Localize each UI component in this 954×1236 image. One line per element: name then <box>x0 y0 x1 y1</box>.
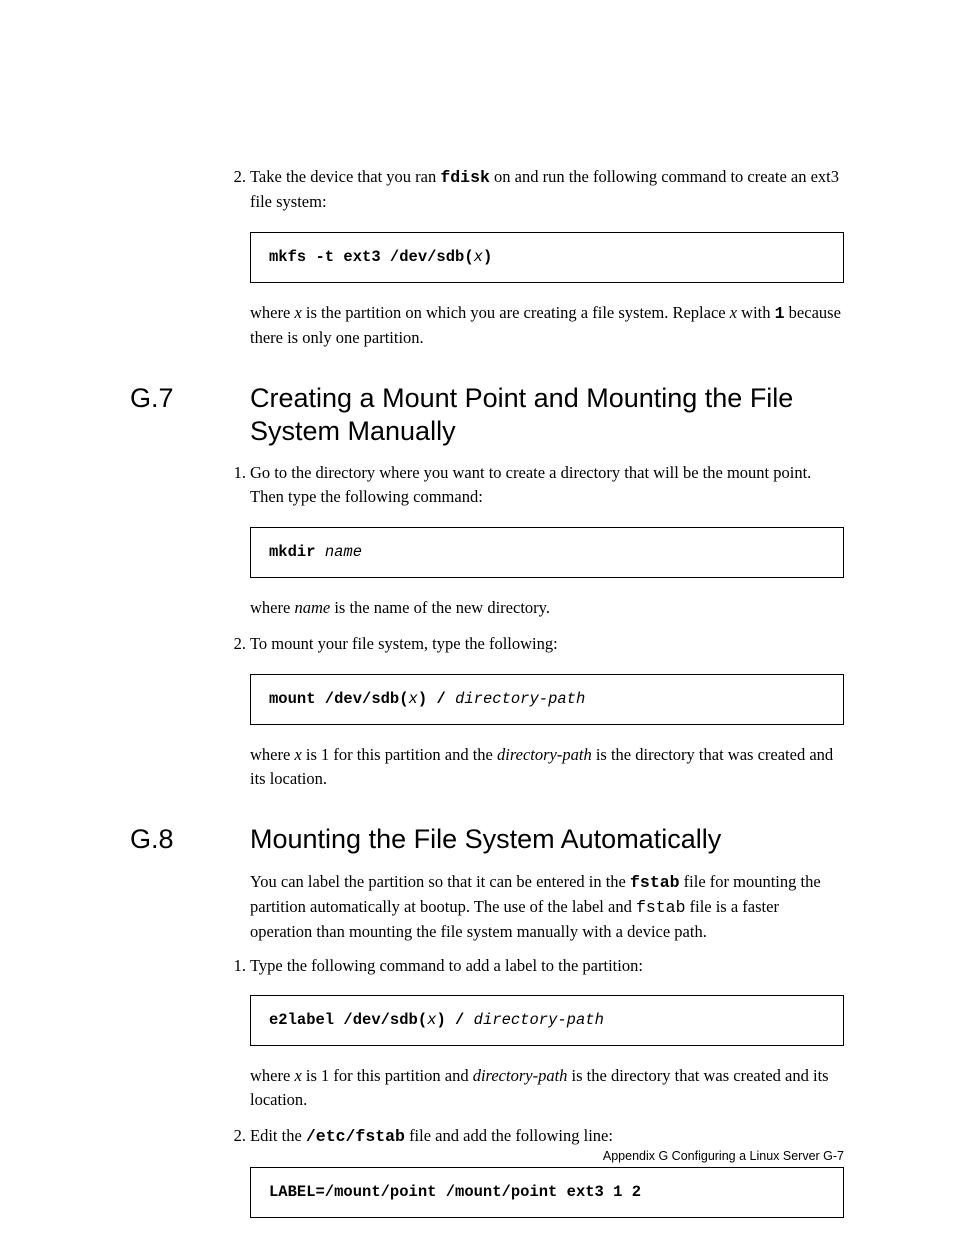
code-text: mount /dev/sdb( <box>269 690 409 708</box>
code-text: ) / <box>418 690 455 708</box>
text-run: To mount your file system, type the foll… <box>250 634 558 653</box>
list-number: 2. <box>221 632 250 791</box>
text-run: where <box>250 1066 294 1085</box>
code-text: ) / <box>436 1011 473 1029</box>
section-title: Mounting the File System Automatically <box>250 823 844 856</box>
text-run: Take the device that you ran <box>250 167 440 186</box>
code-block: mount /dev/sdb(x) / directory-path <box>250 674 844 725</box>
code-inline: fstab <box>636 898 686 917</box>
variable: directory-path <box>497 745 592 764</box>
variable: x <box>294 745 301 764</box>
code-block: LABEL=/mount/point /mount/point ext3 1 2 <box>250 1167 844 1218</box>
section-title: Creating a Mount Point and Mounting the … <box>250 382 844 448</box>
list-item: 2. Edit the /etc/fstab file and add the … <box>221 1124 844 1236</box>
list-number: 1. <box>221 954 250 1113</box>
code-text: e2label /dev/sdb( <box>269 1011 427 1029</box>
code-text: mkdir <box>269 543 325 561</box>
list-number: 2. <box>221 1124 250 1236</box>
page-content: 2. Take the device that you ran fdisk on… <box>130 165 844 1236</box>
text-run: Go to the directory where you want to cr… <box>250 463 811 506</box>
text-run: Edit the <box>250 1126 306 1145</box>
code-block: e2label /dev/sdb(x) / directory-path <box>250 995 844 1046</box>
code-variable: x <box>474 248 483 266</box>
paragraph: where x is 1 for this partition and the … <box>250 743 844 791</box>
list-number: 2. <box>221 165 250 350</box>
text-run: You can label the partition so that it c… <box>250 872 630 891</box>
section-heading-g7: G.7 Creating a Mount Point and Mounting … <box>130 382 844 448</box>
code-variable: x <box>409 690 418 708</box>
page-footer: Appendix G Configuring a Linux Server G-… <box>603 1149 844 1163</box>
list-number: 1. <box>221 461 250 620</box>
code-block: mkdir name <box>250 527 844 578</box>
variable: x <box>294 303 301 322</box>
text-run: Type the following command to add a labe… <box>250 956 643 975</box>
top-step-block: 2. Take the device that you ran fdisk on… <box>221 165 844 350</box>
list-body: To mount your file system, type the foll… <box>250 632 844 791</box>
list-body: Type the following command to add a labe… <box>250 954 844 1113</box>
variable: x <box>294 1066 301 1085</box>
g7-steps: 1. Go to the directory where you want to… <box>221 461 844 790</box>
list-item: 2. To mount your file system, type the f… <box>221 632 844 791</box>
text-run: file and add the following line: <box>405 1126 613 1145</box>
list-item: 1. Go to the directory where you want to… <box>221 461 844 620</box>
section-number: G.8 <box>130 823 250 856</box>
code-block: mkfs -t ext3 /dev/sdb(x) <box>250 232 844 283</box>
code-inline: fdisk <box>440 168 490 187</box>
code-variable: name <box>325 543 362 561</box>
paragraph: where x is 1 for this partition and dire… <box>250 1064 844 1112</box>
document-page: 2. Take the device that you ran fdisk on… <box>0 0 954 1235</box>
list-item: 2. Take the device that you ran fdisk on… <box>221 165 844 350</box>
paragraph: where name is the name of the new direct… <box>250 596 844 620</box>
code-text: ) <box>483 248 492 266</box>
variable: x <box>730 303 737 322</box>
text-run: where <box>250 303 294 322</box>
g8-steps: 1. Type the following command to add a l… <box>221 954 844 1236</box>
section-heading-g8: G.8 Mounting the File System Automatical… <box>130 823 844 856</box>
list-body: Take the device that you ran fdisk on an… <box>250 165 844 350</box>
intro-paragraph: You can label the partition so that it c… <box>250 870 844 944</box>
code-inline: 1 <box>775 304 785 323</box>
text-run: is 1 for this partition and <box>302 1066 473 1085</box>
list-body: Edit the /etc/fstab file and add the fol… <box>250 1124 844 1236</box>
code-text: LABEL=/mount/point /mount/point ext3 1 2 <box>269 1183 641 1201</box>
text-run: is 1 for this partition and the <box>302 745 497 764</box>
text-run: with <box>737 303 775 322</box>
code-variable: directory-path <box>455 690 585 708</box>
code-inline: fstab <box>630 873 680 892</box>
code-variable: directory-path <box>474 1011 604 1029</box>
text-run: is the partition on which you are creati… <box>302 303 730 322</box>
list-body: Go to the directory where you want to cr… <box>250 461 844 620</box>
code-inline: /etc/fstab <box>306 1127 405 1146</box>
text-run: where <box>250 598 294 617</box>
variable: directory-path <box>473 1066 568 1085</box>
text-run: where <box>250 745 294 764</box>
paragraph: where x is the partition on which you ar… <box>250 301 844 350</box>
list-item: 1. Type the following command to add a l… <box>221 954 844 1113</box>
variable: name <box>294 598 330 617</box>
code-text: mkfs -t ext3 /dev/sdb( <box>269 248 474 266</box>
section-number: G.7 <box>130 382 250 448</box>
text-run: is the name of the new directory. <box>330 598 550 617</box>
